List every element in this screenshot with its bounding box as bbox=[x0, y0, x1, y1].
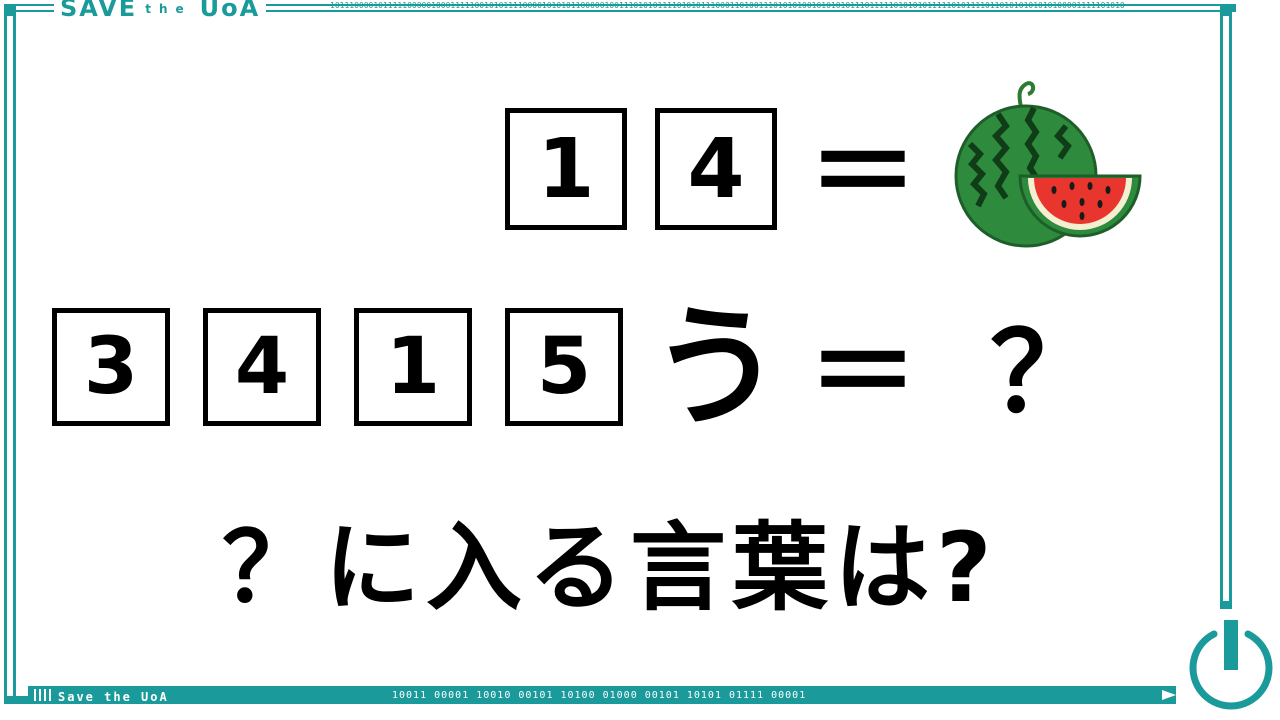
equals-sign-row2: ＝ bbox=[808, 309, 918, 437]
question-prompt: ？に入る言葉は? bbox=[222, 512, 998, 624]
number-box-1: 1 bbox=[505, 108, 627, 230]
equals-sign-row1: ＝ bbox=[808, 109, 918, 237]
number-box-4b: 4 bbox=[203, 308, 321, 426]
watermelon-icon bbox=[954, 81, 1142, 248]
binary-decor-bottom: 10011 00001 10010 00101 10100 01000 0010… bbox=[392, 690, 807, 701]
brand-label-bottom: Save the UoA bbox=[58, 690, 169, 704]
brand-title-top: SAVE the UoA bbox=[54, 0, 267, 23]
question-mark-row2: ？ bbox=[990, 309, 1100, 437]
brand-title-the: the bbox=[145, 2, 192, 16]
brand-title-save: SAVE bbox=[60, 0, 138, 22]
kana-u: う bbox=[650, 291, 782, 445]
number-box-5: 5 bbox=[505, 308, 623, 426]
binary-decor-top: 1011100001011111000001000111110010101111… bbox=[330, 1, 1125, 10]
power-icon bbox=[1189, 620, 1273, 710]
number-box-1b: 1 bbox=[354, 308, 472, 426]
number-box-3: 3 bbox=[52, 308, 170, 426]
brand-title-uoa: UoA bbox=[199, 0, 261, 22]
number-box-4: 4 bbox=[655, 108, 777, 230]
